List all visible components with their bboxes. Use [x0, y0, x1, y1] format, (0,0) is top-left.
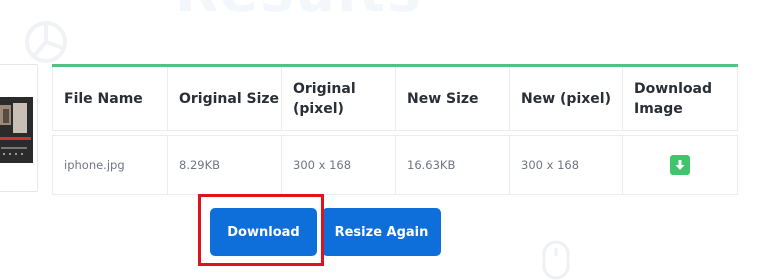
cell-new-pixel: 300 x 168	[510, 136, 623, 194]
cell-new-size: 16.63KB	[396, 136, 510, 194]
mouse-icon	[542, 240, 570, 280]
resize-again-button[interactable]: Resize Again	[322, 208, 441, 256]
cell-original-pixel: 300 x 168	[282, 136, 396, 194]
cell-download-image	[623, 136, 737, 194]
cell-original-size: 8.29KB	[168, 136, 282, 194]
pie-chart-icon	[25, 21, 67, 63]
header-download-image: Download Image	[634, 80, 713, 117]
header-original-pixel: Original (pixel)	[282, 67, 396, 130]
download-arrow-icon	[675, 160, 685, 170]
result-table: File Name Original Size Original (pixel)…	[52, 64, 738, 195]
header-new-size: New Size	[396, 67, 510, 130]
table-row: iphone.jpg 8.29KB 300 x 168 16.63KB 300 …	[52, 135, 738, 195]
download-button[interactable]: Download	[210, 208, 317, 256]
image-thumbnail-card	[0, 64, 38, 192]
cell-file-name: iphone.jpg	[53, 136, 168, 194]
image-thumbnail	[0, 97, 33, 163]
header-original-size: Original Size	[168, 67, 282, 130]
background-title: Results	[175, 0, 423, 25]
resize-result-page: Results File Name Original Size Original…	[0, 0, 758, 280]
table-header-row: File Name Original Size Original (pixel)…	[52, 67, 738, 131]
header-new-pixel: New (pixel)	[510, 67, 623, 130]
header-file-name: File Name	[53, 67, 168, 130]
download-image-button[interactable]	[670, 155, 690, 175]
